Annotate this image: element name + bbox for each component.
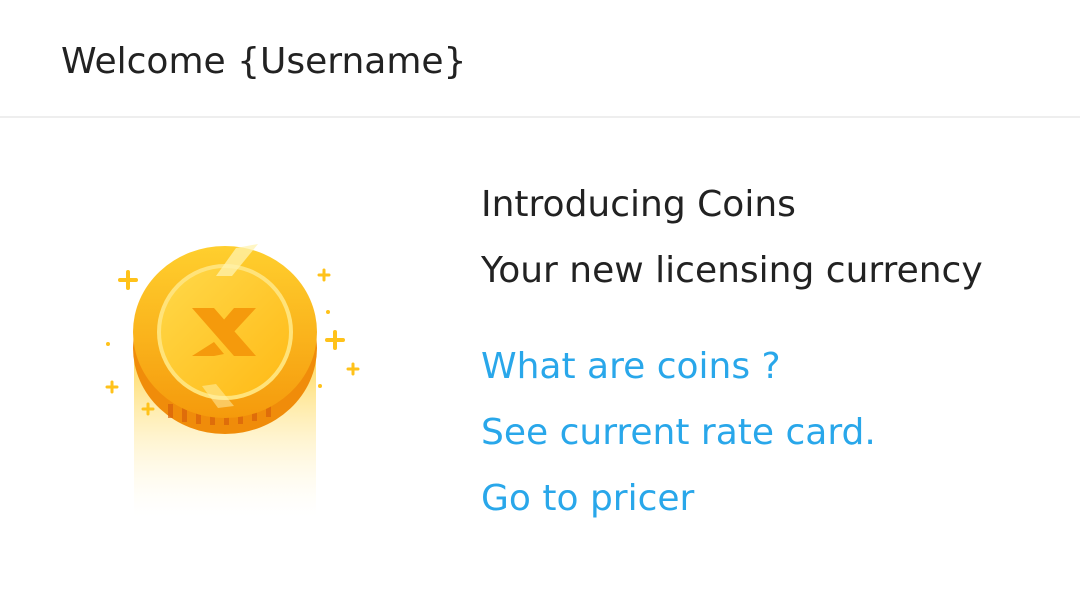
- links-list: What are coins ? See current rate card. …: [481, 344, 1071, 522]
- coin-illustration: [96, 236, 376, 516]
- welcome-title: Welcome {Username}: [61, 41, 467, 82]
- intro-subtitle: Your new licensing currency: [481, 250, 983, 291]
- go-to-pricer-link[interactable]: Go to pricer: [481, 476, 1071, 522]
- what-are-coins-link[interactable]: What are coins ?: [481, 344, 1071, 390]
- header-bar: Welcome {Username}: [0, 0, 1080, 118]
- coins-intro-panel: Introducing Coins Your new licensing cur…: [481, 182, 1071, 542]
- intro-title: Introducing Coins: [481, 184, 796, 225]
- rate-card-link[interactable]: See current rate card.: [481, 410, 1071, 456]
- coin-icon: [105, 244, 360, 516]
